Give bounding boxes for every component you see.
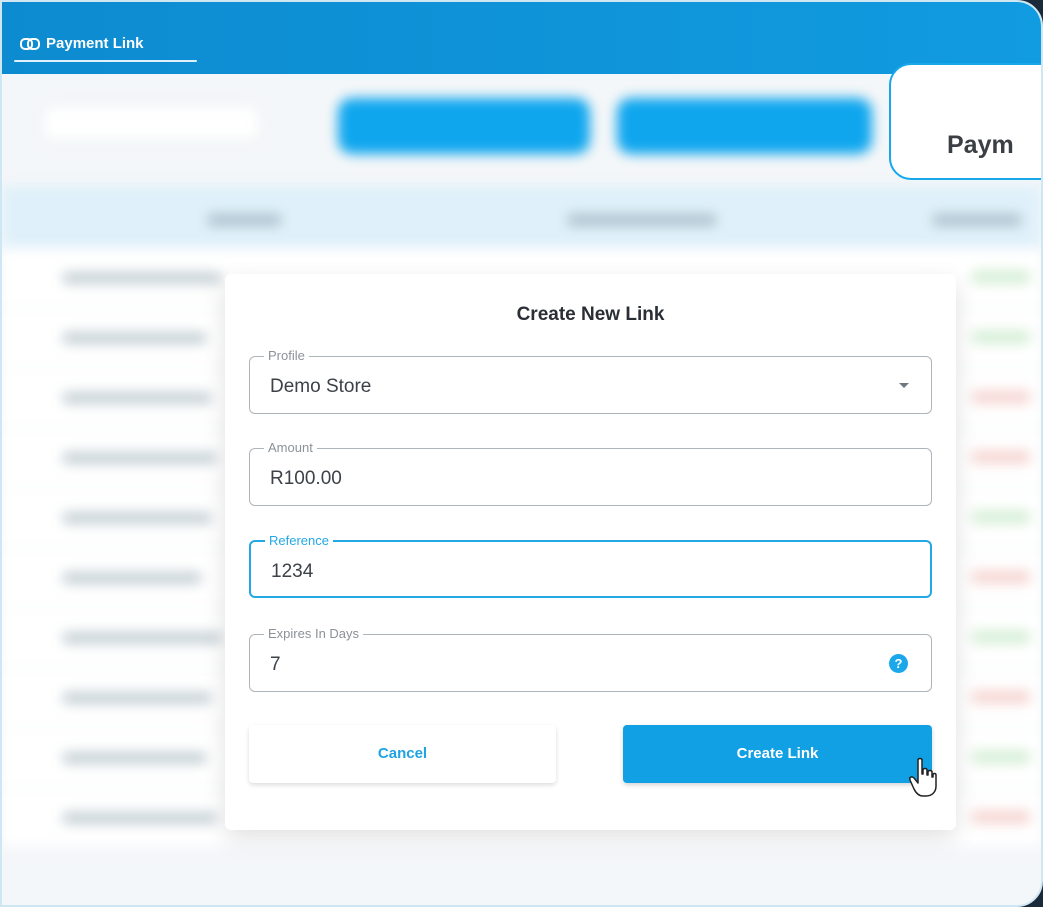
background-status: [971, 570, 1031, 584]
profile-select[interactable]: Profile Demo Store: [249, 348, 932, 414]
background-status: [971, 750, 1031, 764]
tab-payment-link[interactable]: Payment Link: [16, 24, 148, 62]
background-cell: [62, 452, 217, 464]
expires-value: 7: [270, 654, 281, 675]
profile-value: Demo Store: [270, 376, 372, 397]
amount-label: Amount: [264, 440, 317, 455]
background-header-cell: [567, 214, 717, 226]
background-status: [971, 510, 1031, 524]
cancel-button[interactable]: Cancel: [249, 725, 556, 783]
background-status: [971, 810, 1031, 824]
background-status: [971, 330, 1031, 344]
create-link-dialog: Create New Link Profile Demo Store Amoun…: [225, 274, 956, 830]
background-table-header: [2, 186, 1041, 248]
background-button: [338, 98, 590, 154]
background-status: [971, 690, 1031, 704]
background-button: [617, 98, 872, 154]
reference-value: 1234: [271, 561, 314, 582]
callout-text: Paym: [947, 131, 1014, 159]
expires-label: Expires In Days: [264, 626, 364, 641]
background-cell: [62, 512, 212, 524]
create-link-button[interactable]: Create Link: [623, 725, 932, 783]
background-status: [971, 270, 1031, 284]
background-header-cell: [207, 214, 282, 226]
background-cell: [62, 812, 217, 824]
background-search: [44, 106, 259, 140]
expires-field[interactable]: Expires In Days 7 ?: [249, 626, 932, 692]
background-cell: [62, 272, 222, 284]
background-cell: [62, 632, 222, 644]
link-icon: [20, 38, 40, 50]
chevron-down-icon[interactable]: [899, 383, 909, 388]
dialog-title: Create New Link: [516, 304, 665, 325]
tab-label: Payment Link: [46, 34, 144, 52]
amount-value: R100.00: [270, 468, 342, 489]
reference-label: Reference: [265, 533, 333, 548]
app-frame: Payment Link Paym Create New Link Profil…: [0, 0, 1043, 907]
amount-field[interactable]: Amount R100.00: [249, 440, 932, 506]
background-header-cell: [932, 214, 1022, 226]
reference-field[interactable]: Reference 1234: [249, 533, 932, 598]
callout-card: Paym: [889, 63, 1041, 180]
help-icon[interactable]: ?: [889, 654, 908, 673]
tab-underline: [14, 60, 197, 62]
top-bar: Payment Link: [2, 2, 1041, 74]
background-status: [971, 630, 1031, 644]
background-status: [971, 450, 1031, 464]
background-cell: [62, 332, 207, 344]
hand-cursor-icon: [909, 757, 937, 797]
background-cell: [62, 392, 212, 404]
background-status: [971, 390, 1031, 404]
background-cell: [62, 692, 212, 704]
background-cell: [62, 572, 202, 584]
background-cell: [62, 752, 207, 764]
profile-label: Profile: [264, 348, 309, 363]
